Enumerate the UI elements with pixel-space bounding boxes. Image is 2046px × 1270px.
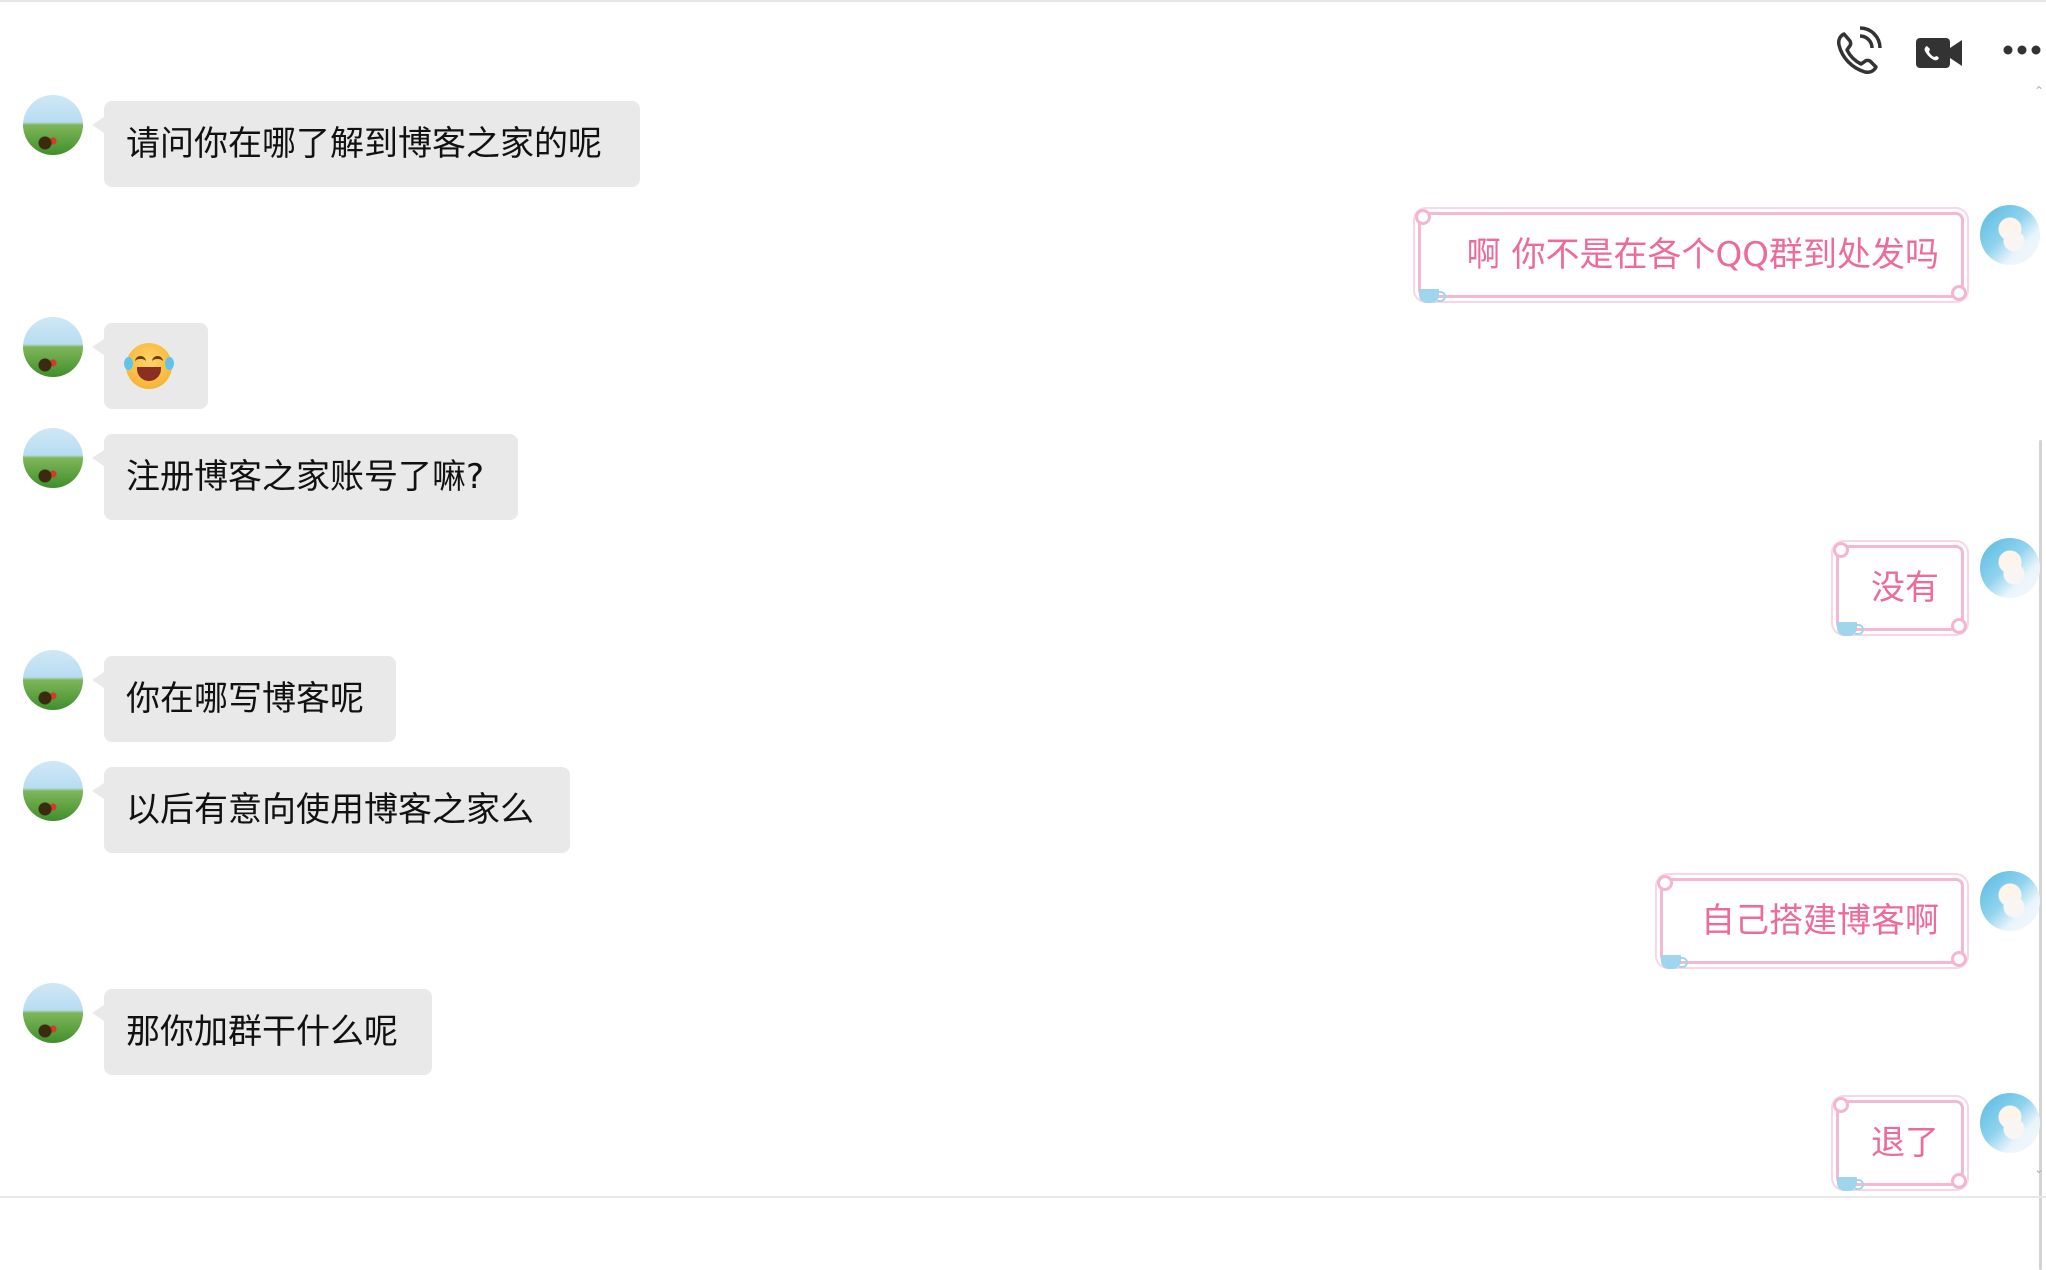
message-text: 没有 [1871,568,1939,608]
message-text: 啊 你不是在各个QQ群到处发吗 [1466,235,1939,275]
message-row: 注册博客之家账号了嘛? [0,423,2046,523]
phone-icon[interactable] [1826,26,1886,82]
top-divider [0,0,2046,2]
message-row: 没有 [0,533,2046,643]
message-text: 自己搭建博客啊 [1701,901,1939,941]
bubble-decoration-icon [1951,951,1967,967]
bubble-decoration-icon [1951,618,1967,634]
my-avatar[interactable] [1980,205,2040,265]
bottom-divider [0,1196,2046,1198]
message-text: 那你加群干什么呢 [126,1012,398,1052]
friend-avatar[interactable] [23,761,83,821]
teacup-icon [1661,955,1688,969]
message-row: 你在哪写博客呢 [0,645,2046,745]
bubble-decoration-icon [1833,542,1849,558]
video-camera-icon[interactable] [1910,26,1970,82]
chat-toolbar [1826,26,2046,82]
friend-avatar[interactable] [23,650,83,710]
message-text: 以后有意向使用博客之家么 [126,790,534,830]
my-avatar[interactable] [1980,871,2040,931]
my-message-bubble[interactable]: 退了 [1833,1097,1967,1191]
my-avatar[interactable] [1980,538,2040,598]
friend-avatar[interactable] [23,428,83,488]
message-text: 退了 [1871,1123,1939,1163]
my-avatar[interactable] [1980,1093,2040,1153]
friend-avatar[interactable] [23,983,83,1043]
more-icon[interactable] [1994,26,2046,82]
my-message-bubble[interactable]: 啊 你不是在各个QQ群到处发吗 [1415,209,1967,303]
friend-message-bubble[interactable]: 注册博客之家账号了嘛? [92,434,518,520]
teacup-icon [1419,289,1446,303]
message-row: 那你加群干什么呢 [0,978,2046,1078]
message-row: 退了 [0,1088,2046,1196]
message-row: 以后有意向使用博客之家么 [0,756,2046,856]
teacup-icon [1837,622,1864,636]
message-text: 你在哪写博客呢 [126,679,364,719]
friend-avatar[interactable] [23,317,83,377]
bubble-decoration-icon [1951,285,1967,301]
message-row: 啊 你不是在各个QQ群到处发吗 [0,200,2046,310]
my-message-bubble[interactable]: 自己搭建博客啊 [1657,875,1967,969]
friend-message-bubble[interactable] [92,323,208,409]
laughing-with-tears-emoji-icon [124,343,174,389]
friend-message-bubble[interactable]: 你在哪写博客呢 [92,656,396,742]
bubble-decoration-icon [1415,209,1431,225]
message-row: 自己搭建博客啊 [0,866,2046,976]
teacup-icon [1837,1177,1864,1191]
bubble-decoration-icon [1833,1097,1849,1113]
bubble-decoration-icon [1951,1173,1967,1189]
my-message-bubble[interactable]: 没有 [1833,542,1967,636]
message-row: 请问你在哪了解到博客之家的呢 [0,90,2046,190]
friend-message-bubble[interactable]: 以后有意向使用博客之家么 [92,767,570,853]
message-row [0,312,2046,412]
message-text: 请问你在哪了解到博客之家的呢 [126,124,602,164]
friend-message-bubble[interactable]: 那你加群干什么呢 [92,989,432,1075]
bubble-decoration-icon [1657,875,1673,891]
friend-message-bubble[interactable]: 请问你在哪了解到博客之家的呢 [92,101,640,187]
message-text: 注册博客之家账号了嘛? [126,457,485,497]
friend-avatar[interactable] [23,95,83,155]
